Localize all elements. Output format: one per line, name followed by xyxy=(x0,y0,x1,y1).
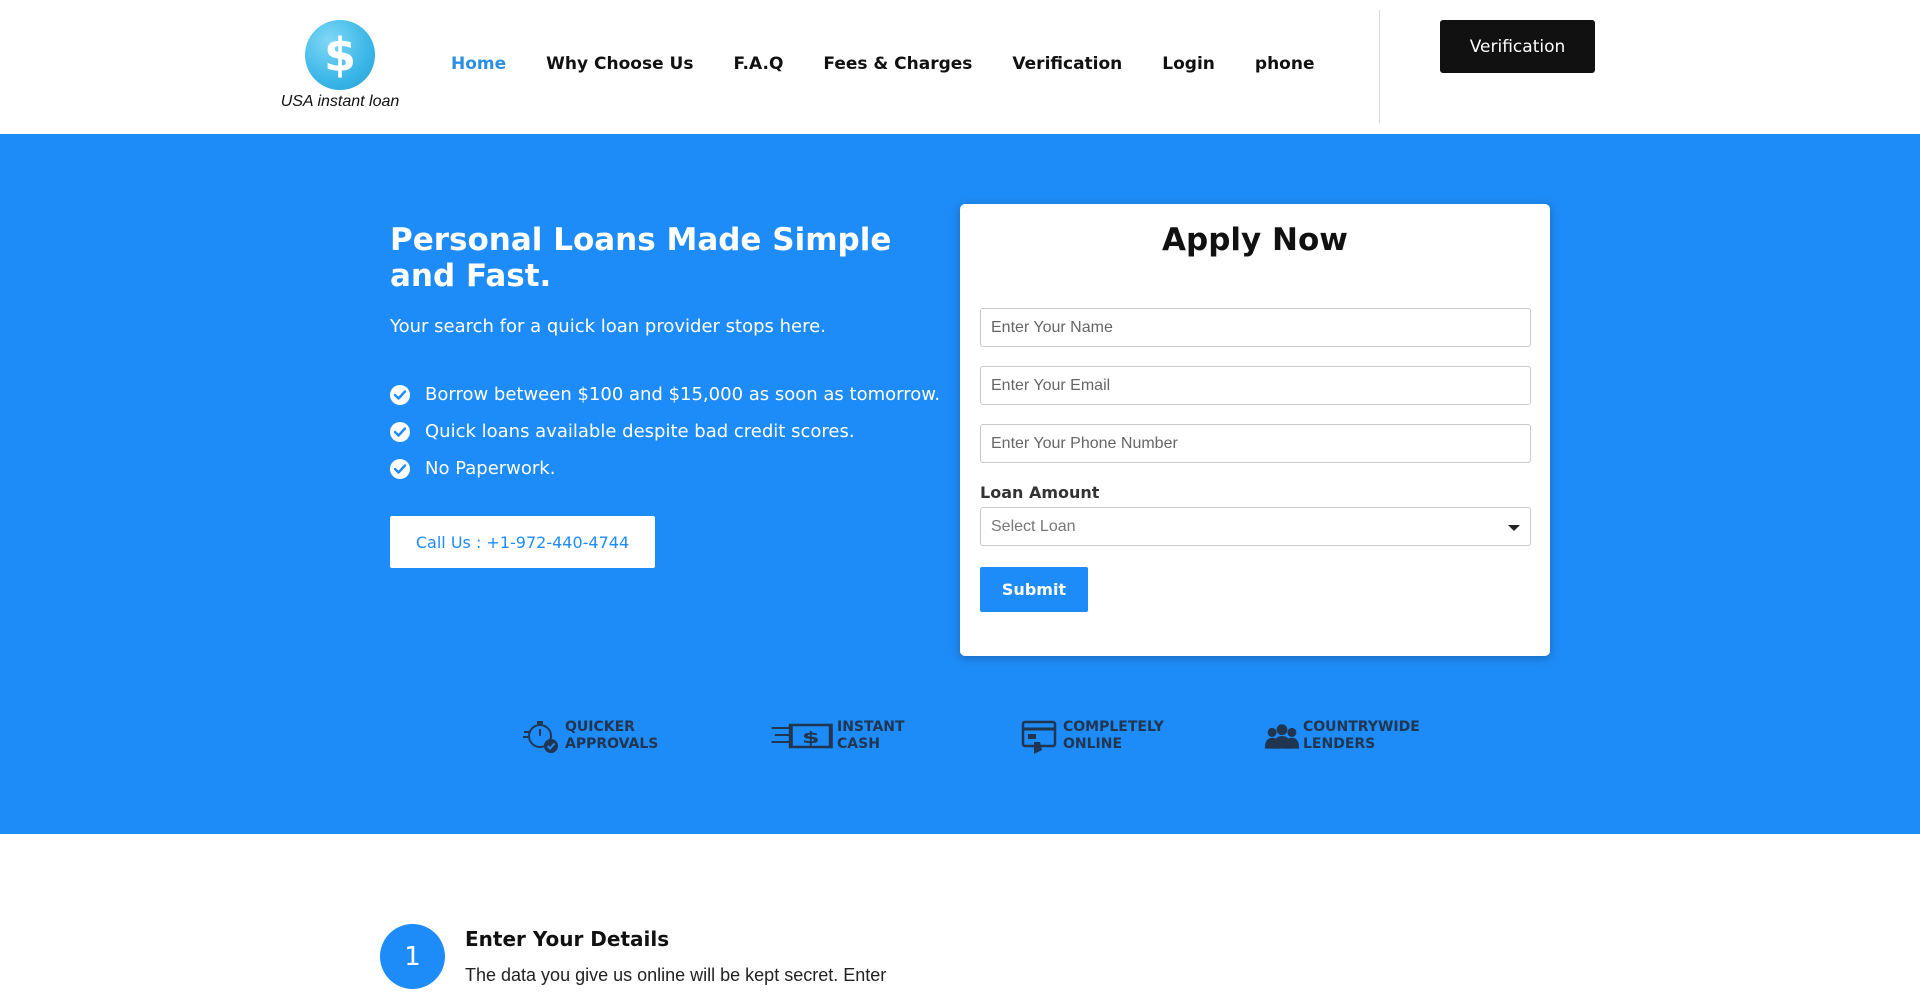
nav-verification[interactable]: Verification xyxy=(1012,54,1122,74)
benefit-list: Borrow between $100 and $15,000 as soon … xyxy=(390,376,940,487)
email-input[interactable] xyxy=(980,366,1531,405)
logo-symbol: $ xyxy=(323,28,356,82)
caret-down-icon xyxy=(1508,525,1520,531)
feature-label: Countrywide Lenders xyxy=(1303,719,1420,753)
step-number-badge: 1 xyxy=(380,924,445,989)
nav-fees-charges[interactable]: Fees & Charges xyxy=(823,54,972,74)
feature-completely-online: Completely Online xyxy=(1020,716,1164,756)
benefit-item: Borrow between $100 and $15,000 as soon … xyxy=(390,376,940,413)
nav-login[interactable]: Login xyxy=(1162,54,1215,74)
hero-section: Personal Loans Made Simple and Fast. You… xyxy=(0,134,1920,834)
nav-why-choose-us[interactable]: Why Choose Us xyxy=(546,54,693,74)
loan-amount-select[interactable]: Select Loan xyxy=(980,507,1531,546)
people-group-icon xyxy=(1264,724,1300,749)
logo[interactable]: $ USA instant loan xyxy=(280,20,400,111)
step-description: The data you give us online will be kept… xyxy=(465,965,887,985)
nav-home[interactable]: Home xyxy=(451,54,506,74)
feature-label-line: Completely xyxy=(1063,719,1164,735)
submit-button[interactable]: Submit xyxy=(980,567,1088,612)
apply-form-card: Apply Now Loan Amount Select Loan Submit xyxy=(960,204,1550,656)
call-us-button[interactable]: Call Us : +1-972-440-4744 xyxy=(390,516,655,568)
nav-phone[interactable]: phone xyxy=(1255,54,1315,74)
feature-label-line: Instant xyxy=(837,719,905,735)
cash-icon: $ xyxy=(771,723,833,749)
phone-input[interactable] xyxy=(980,424,1531,463)
feature-label-line: Countrywide xyxy=(1303,719,1420,735)
feature-countrywide-lenders: Countrywide Lenders xyxy=(1264,716,1420,756)
loan-select-value: Select Loan xyxy=(991,517,1076,535)
feature-label: Instant Cash xyxy=(837,719,905,753)
feature-instant-cash: $ Instant Cash xyxy=(770,716,905,756)
svg-text:$: $ xyxy=(802,729,820,748)
site-header: $ USA instant loan Home Why Choose Us F.… xyxy=(0,0,1920,134)
main-nav: Home Why Choose Us F.A.Q Fees & Charges … xyxy=(451,54,1355,74)
check-circle-icon xyxy=(390,421,410,442)
feature-label-line: Quicker xyxy=(565,719,635,735)
online-payment-icon xyxy=(1021,720,1057,754)
benefit-item: Quick loans available despite bad credit… xyxy=(390,413,940,450)
benefit-text: Quick loans available despite bad credit… xyxy=(425,421,855,442)
benefit-item: No Paperwork. xyxy=(390,450,940,487)
feature-label-line: Online xyxy=(1063,736,1123,752)
benefit-text: Borrow between $100 and $15,000 as soon … xyxy=(425,384,941,405)
name-input[interactable] xyxy=(980,308,1531,347)
feature-label: Completely Online xyxy=(1063,719,1164,753)
hero-title: Personal Loans Made Simple and Fast. xyxy=(390,222,892,294)
feature-label-line: Lenders xyxy=(1303,736,1376,752)
apply-form-title: Apply Now xyxy=(1162,222,1348,258)
hero-subtitle: Your search for a quick loan provider st… xyxy=(390,316,826,337)
logo-text: USA instant loan xyxy=(280,93,400,110)
nav-faq[interactable]: F.A.Q xyxy=(733,54,783,74)
header-divider xyxy=(1379,10,1380,123)
check-circle-icon xyxy=(390,384,410,405)
step-title: Enter Your Details xyxy=(465,927,670,951)
benefit-text: No Paperwork. xyxy=(425,458,556,479)
verification-button[interactable]: Verification xyxy=(1440,20,1595,73)
stopwatch-check-icon xyxy=(523,721,558,753)
feature-quicker-approvals: Quicker Approvals xyxy=(522,716,658,756)
loan-amount-label: Loan Amount xyxy=(980,483,1100,502)
feature-label-line: Approvals xyxy=(565,736,659,752)
check-circle-icon xyxy=(390,458,410,479)
feature-label: Quicker Approvals xyxy=(565,719,658,753)
dollar-coin-icon: $ xyxy=(305,20,375,90)
feature-label-line: Cash xyxy=(837,736,880,752)
